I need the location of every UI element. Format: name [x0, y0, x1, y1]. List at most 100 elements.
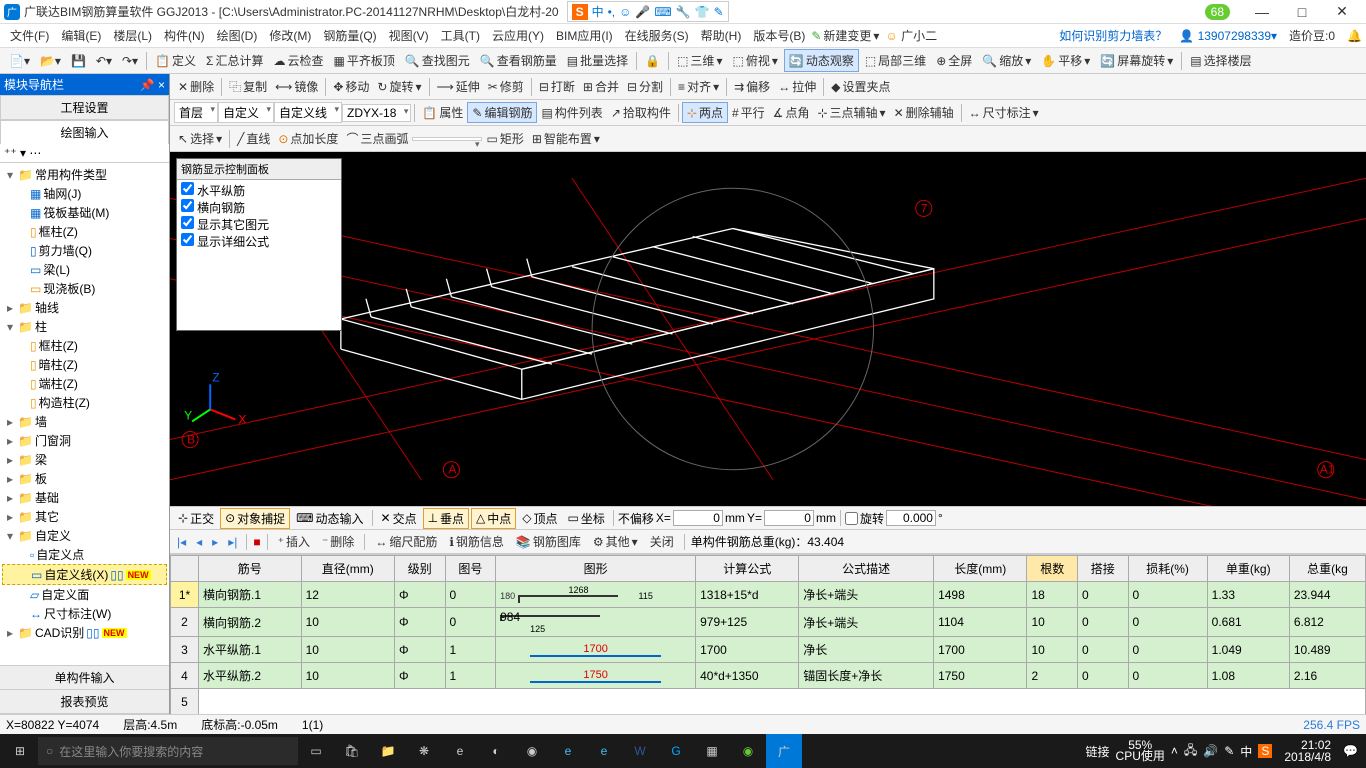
tray-perf[interactable]: 55%CPU使用 — [1116, 740, 1165, 762]
tray-ime-icon[interactable]: 中 — [1240, 743, 1252, 760]
rotate-input[interactable] — [886, 510, 936, 526]
dynamic-view-button[interactable]: 🔄 动态观察 — [784, 49, 859, 72]
nav-tab-settings[interactable]: 工程设置 — [0, 95, 169, 120]
scale-rebar[interactable]: ↔ 缩尺配筋 — [371, 532, 441, 551]
component-list-button[interactable]: ▤ 构件列表 — [537, 102, 606, 123]
align-button[interactable]: ≡ 对齐▾ — [674, 76, 723, 97]
nav-tab-draw[interactable]: 绘图输入 — [0, 120, 169, 144]
3d-view-button[interactable]: ⬚ 三维▾ — [673, 50, 726, 71]
select-floor-button[interactable]: ▤ 选择楼层 — [1186, 50, 1255, 71]
nav-next[interactable]: ▸ — [209, 535, 221, 549]
smart-layout-tool[interactable]: ⊞ 智能布置▾ — [528, 128, 604, 149]
app-icon-2[interactable]: ◐ — [478, 734, 514, 768]
dim-label-button[interactable]: ↔ 尺寸标注▾ — [965, 102, 1043, 123]
code-dropdown[interactable]: ZDYX-18 — [342, 104, 411, 122]
app-icon-5[interactable]: ▦ — [694, 734, 730, 768]
menu-modify[interactable]: 修改(M) — [263, 25, 317, 46]
snap-inter[interactable]: ✕ 交点 — [377, 509, 421, 528]
menu-component[interactable]: 构件(N) — [158, 25, 211, 46]
x-input[interactable] — [673, 510, 723, 526]
ie-icon[interactable]: e — [550, 734, 586, 768]
define-button[interactable]: 📋 定义 — [151, 50, 200, 71]
select-tool[interactable]: ↖ 选择▾ — [174, 128, 226, 149]
menu-draw[interactable]: 绘图(D) — [211, 25, 264, 46]
menu-cloud[interactable]: 云应用(Y) — [486, 25, 550, 46]
notification-badge[interactable]: 68 — [1205, 4, 1230, 20]
pan-button[interactable]: ✋ 平移▾ — [1037, 50, 1094, 71]
snap-mid[interactable]: △ 中点 — [471, 508, 516, 529]
app-icon-6[interactable]: ◉ — [730, 734, 766, 768]
offset-button[interactable]: ⇉ 偏移 — [730, 76, 774, 97]
draw-dropdown[interactable] — [412, 137, 482, 141]
chk-formula[interactable]: 显示详细公式 — [181, 233, 337, 250]
edit-rebar-button[interactable]: ✎ 编辑钢筋 — [467, 102, 537, 123]
set-grip-button[interactable]: ◆ 设置夹点 — [827, 76, 894, 97]
nav-stop[interactable]: ■ — [253, 535, 260, 549]
rebar-other[interactable]: ⚙ 其他▾ — [589, 532, 642, 551]
edge-icon[interactable]: e — [442, 734, 478, 768]
store-icon[interactable]: 🛍 — [334, 734, 370, 768]
move-button[interactable]: ✥ 移动 — [329, 76, 373, 97]
chk-other[interactable]: 显示其它图元 — [181, 216, 337, 233]
close-button[interactable]: ✕ — [1322, 3, 1362, 20]
open-file-button[interactable]: 📂▾ — [36, 52, 65, 70]
rebar-table[interactable]: 筋号 直径(mm) 级别 图号 图形 计算公式 公式描述 长度(mm) 根数 搭… — [170, 554, 1366, 714]
tray-sogou-icon[interactable]: S — [1258, 744, 1272, 758]
copy-button[interactable]: ⿻ 复制 — [225, 76, 271, 97]
offset-mode[interactable]: 不偏移 — [618, 510, 654, 527]
nav-report-preview[interactable]: 报表预览 — [0, 690, 169, 714]
nav-prev[interactable]: ◂ — [193, 535, 205, 549]
stretch-button[interactable]: ↔ 拉伸 — [774, 76, 820, 97]
3d-viewport[interactable]: X Y Z B A 7 A1 钢筋显示控制面板 水平纵筋 横向钢筋 显示其它图元… — [170, 152, 1366, 506]
windows-taskbar[interactable]: ⊞ ○ 在这里输入你要搜索的内容 ▭ 🛍 📁 ❋ e ◐ ◉ e e W G ▦… — [0, 734, 1366, 768]
delete-button[interactable]: ✕ 删除 — [174, 76, 218, 97]
word-icon[interactable]: W — [622, 734, 658, 768]
chk-trans[interactable]: 横向钢筋 — [181, 199, 337, 216]
notification-bell-icon[interactable]: 🔔 — [1347, 29, 1362, 43]
rect-tool[interactable]: ▭ 矩形 — [482, 128, 527, 149]
app-icon-4[interactable]: G — [658, 734, 694, 768]
tray-pen-icon[interactable]: ✎ — [1224, 744, 1234, 758]
current-app-icon[interactable]: 广 — [766, 734, 802, 768]
new-file-button[interactable]: 📄▾ — [5, 52, 34, 70]
pin-icon[interactable]: 📌 × — [140, 78, 165, 92]
menu-help[interactable]: 帮助(H) — [695, 25, 748, 46]
point-length-tool[interactable]: ⊙ 点加长度 — [274, 128, 342, 149]
properties-button[interactable]: 📋 属性 — [418, 102, 467, 123]
insert-row[interactable]: ⁺ 插入 — [274, 532, 314, 551]
menu-tools[interactable]: 工具(T) — [435, 25, 486, 46]
rotate-button[interactable]: ↻ 旋转▾ — [373, 76, 425, 97]
point-angle-button[interactable]: ∡ 点角 — [769, 102, 814, 123]
taskbar-search[interactable]: ○ 在这里输入你要搜索的内容 — [38, 737, 298, 765]
menu-view[interactable]: 视图(V) — [383, 25, 435, 46]
break-button[interactable]: ⊟ 打断 — [535, 76, 579, 97]
minimize-button[interactable]: — — [1242, 4, 1282, 20]
snap-perp[interactable]: ⊥ 垂点 — [423, 508, 469, 529]
tray-up-icon[interactable]: ˄ — [1171, 744, 1178, 758]
three-arc-tool[interactable]: ⌒ 三点画弧 — [342, 128, 412, 149]
explorer-icon[interactable]: 📁 — [370, 734, 406, 768]
user-account[interactable]: 👤 13907298339▾ — [1179, 29, 1277, 43]
customer-service[interactable]: ☺ 广小二 — [879, 25, 943, 46]
top-view-button[interactable]: ⬚ 俯视▾ — [728, 50, 781, 71]
type-dropdown[interactable]: 自定义线 — [274, 102, 342, 123]
floor-dropdown[interactable]: 首层 — [174, 102, 218, 123]
rotate-check[interactable] — [845, 512, 858, 525]
extend-button[interactable]: ⟶ 延伸 — [433, 76, 484, 97]
start-button[interactable]: ⊞ — [2, 734, 38, 768]
view-rebar-button[interactable]: 🔍 查看钢筋量 — [476, 50, 561, 71]
snap-end[interactable]: ◇ 顶点 — [518, 509, 561, 528]
chk-horiz-long[interactable]: 水平纵筋 — [181, 182, 337, 199]
save-button[interactable]: 💾 — [67, 52, 90, 70]
tray-clock[interactable]: 21:022018/4/8 — [1278, 739, 1337, 763]
close-rebar[interactable]: 关闭 — [646, 532, 678, 551]
rebar-info[interactable]: ℹ 钢筋信息 — [445, 532, 508, 551]
flat-roof-button[interactable]: ▦ 平齐板顶 — [329, 50, 398, 71]
line-tool[interactable]: ╱ 直线 — [233, 128, 274, 149]
rebar-lib[interactable]: 📚 钢筋图库 — [512, 532, 585, 551]
menu-rebar[interactable]: 钢筋量(Q) — [317, 25, 382, 46]
component-tree[interactable]: ▾📁常用构件类型 ▦轴网(J) ▦筏板基础(M) ▯框柱(Z) ▯剪力墙(Q) … — [0, 163, 169, 665]
ie-icon-2[interactable]: e — [586, 734, 622, 768]
faq-link[interactable]: 如何识别剪力墙表？ — [1059, 27, 1167, 44]
delete-row[interactable]: ⁻ 删除 — [318, 532, 358, 551]
